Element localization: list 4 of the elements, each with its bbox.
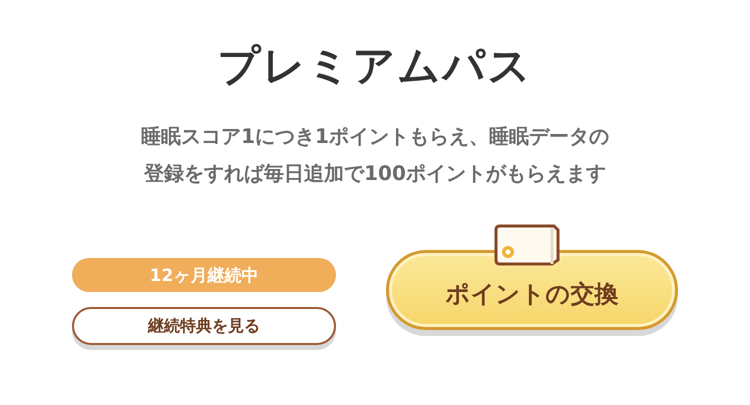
streak-badge: 12ヶ月継続中 <box>72 258 336 292</box>
page-title: プレミアムパス <box>218 40 532 92</box>
box-icon <box>494 224 560 266</box>
description-text: 睡眠スコア1につき1ポイントもらえ、睡眠データの 登録をすれば毎日追加で100ポイントがもらえます <box>141 123 609 187</box>
